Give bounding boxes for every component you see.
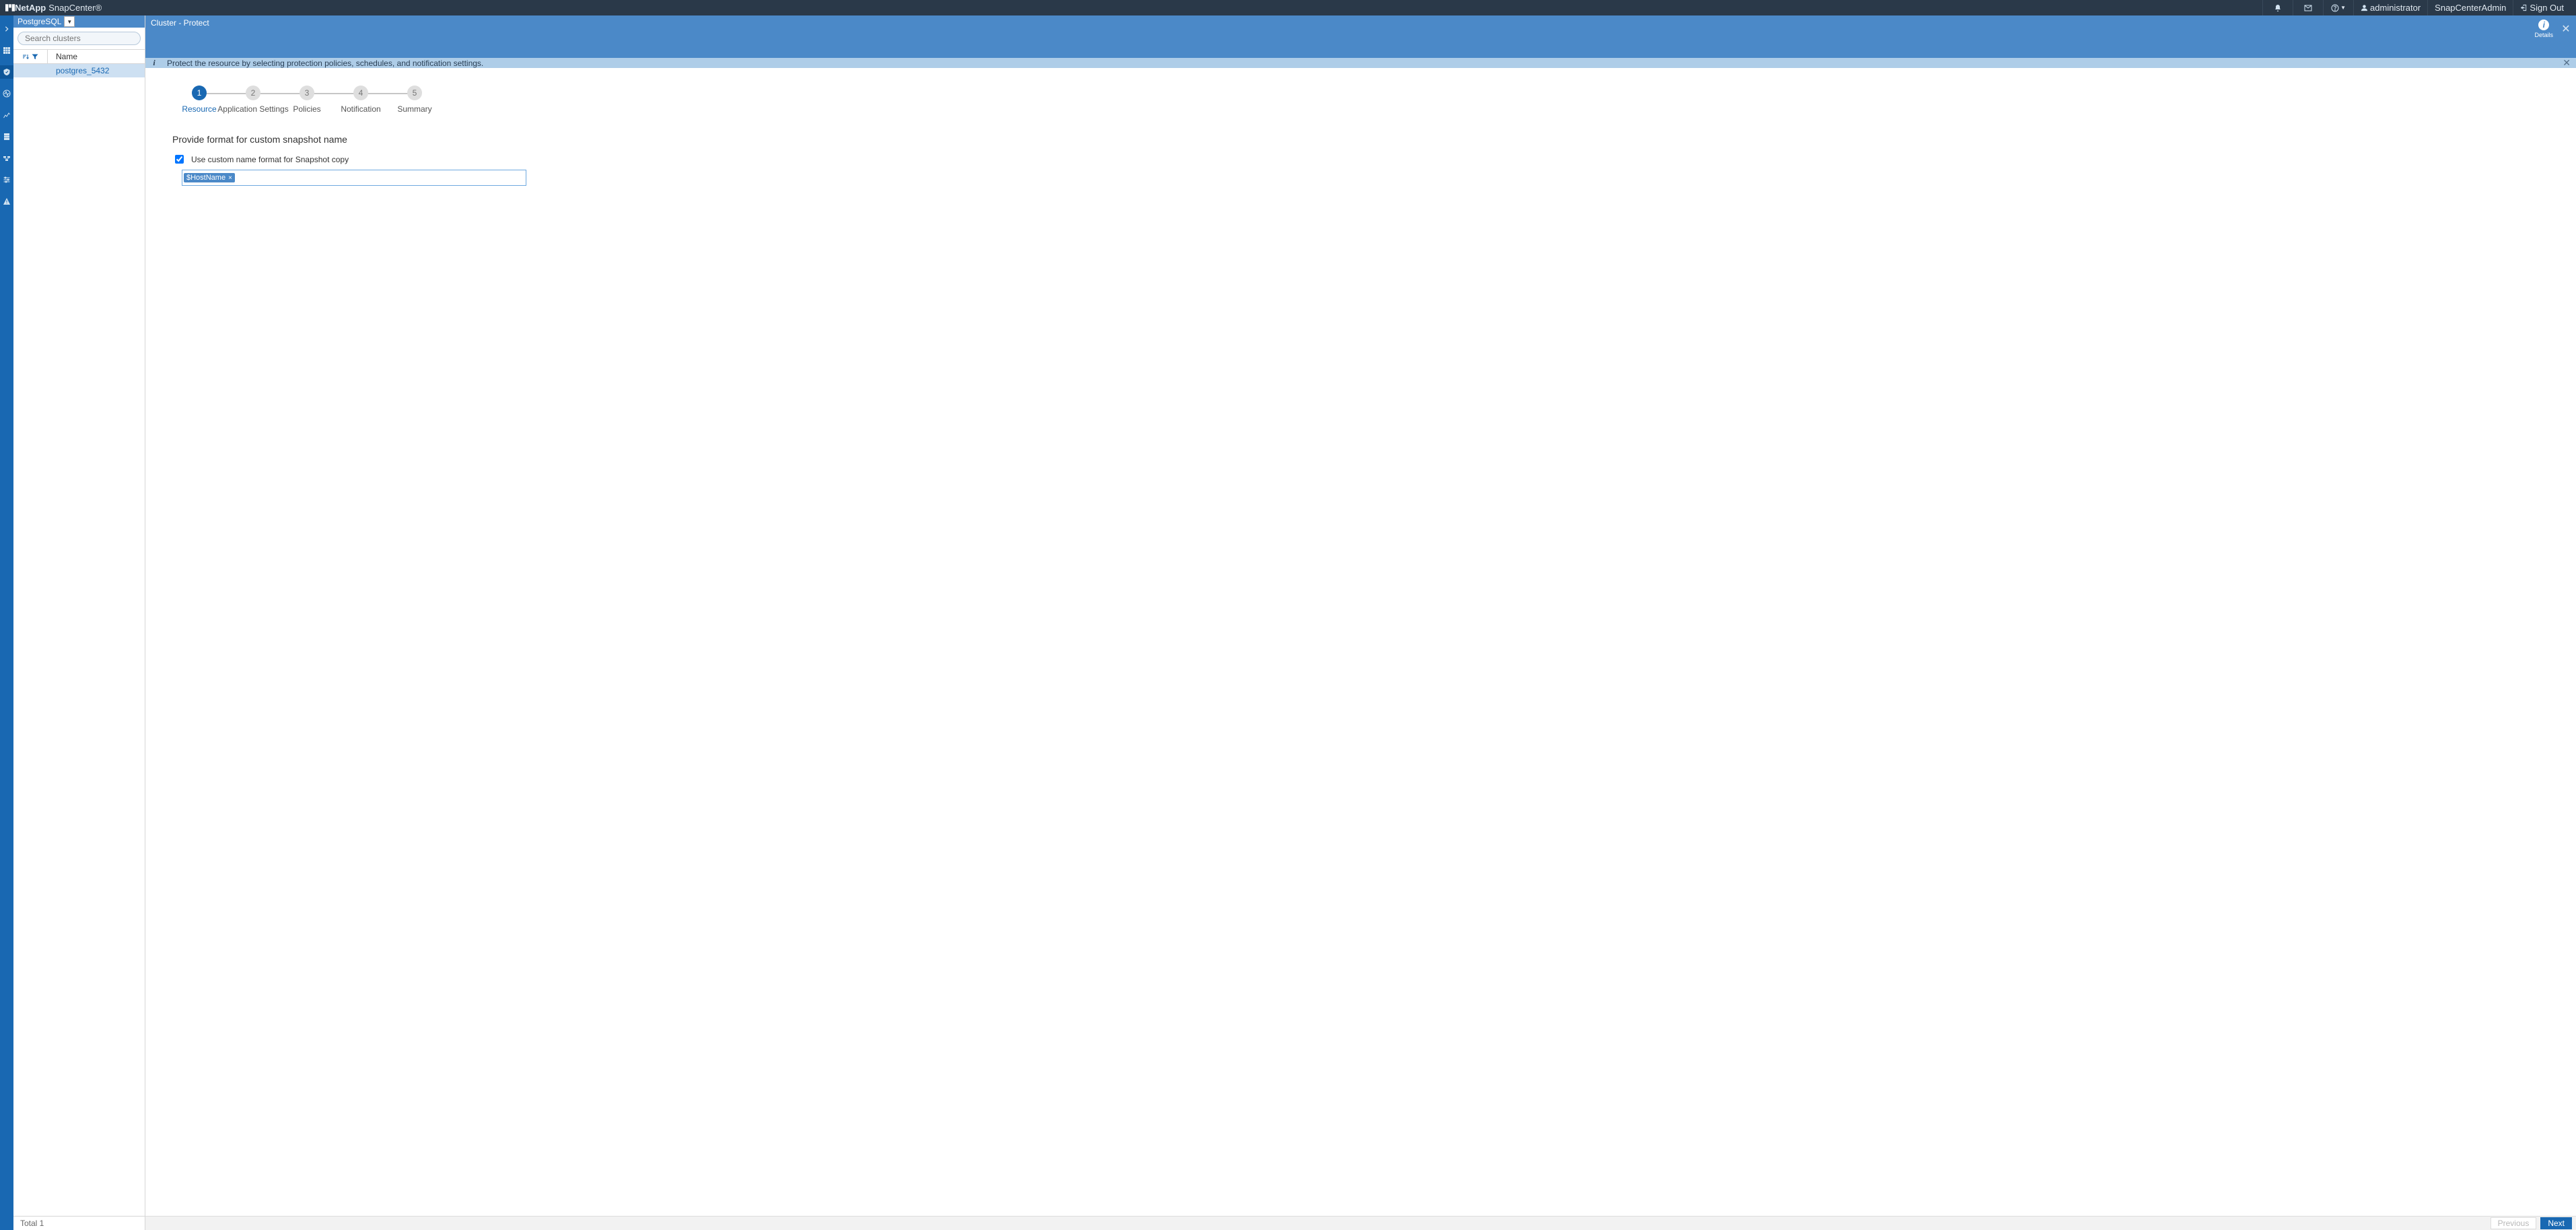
name-token[interactable]: $HostName × [184,173,235,182]
col-name-header[interactable]: Name [48,52,77,61]
step-label: Application Settings [217,104,288,114]
step-number: 3 [300,86,314,100]
signout-button[interactable]: Sign Out [2513,0,2571,15]
brand-prefix: NetApp [15,3,46,13]
brand-name: SnapCenter® [48,3,102,13]
step-label: Summary [397,104,431,114]
step-label: Resource [182,104,216,114]
filter-icon [31,53,39,60]
info-strip-text: Protect the resource by selecting protec… [167,59,483,68]
expand-rail-button[interactable] [0,22,13,36]
nav-rail [0,15,13,1230]
step-label: Notification [341,104,380,114]
messages-button[interactable] [2293,0,2323,15]
list-item-name: postgres_5432 [48,66,109,75]
step-summary[interactable]: 5 Summary [388,86,442,114]
total-count: Total 1 [20,1219,44,1228]
wizard-footer: Previous Next [145,1216,2576,1230]
step-application-settings[interactable]: 2 Application Settings [226,86,280,114]
close-button[interactable]: ✕ [2560,23,2572,35]
signout-label: Sign Out [2530,3,2564,13]
sort-controls[interactable] [13,50,48,63]
user-label: administrator [2370,3,2421,13]
context-label: PostgreSQL [18,17,61,26]
step-number: 2 [246,86,260,100]
user-menu[interactable]: administrator [2353,0,2427,15]
content-header: Cluster - Protect i Details ✕ [145,15,2576,58]
chevron-down-icon[interactable]: ▼ [64,16,75,27]
form-section: Provide format for custom snapshot name … [172,134,536,186]
step-number: 4 [353,86,368,100]
info-strip: i Protect the resource by selecting prot… [145,58,2576,68]
token-text: $HostName [186,174,225,182]
details-button[interactable]: i Details [2534,20,2553,38]
list-footer: Total 1 [13,1216,145,1230]
tenant-label[interactable]: SnapCenterAdmin [2427,0,2513,15]
sort-icon [22,53,30,60]
stepper: 1 Resource 2 Application Settings 3 Poli… [172,86,2556,114]
nav-settings[interactable] [0,173,13,186]
nav-resources[interactable] [0,65,13,79]
step-label: Policies [293,104,320,114]
nav-alerts[interactable] [0,195,13,208]
previous-button: Previous [2491,1217,2537,1229]
nav-dashboard[interactable] [0,44,13,57]
next-button[interactable]: Next [2540,1217,2572,1229]
search-input[interactable] [18,32,141,45]
list-item[interactable]: postgres_5432 [13,64,145,77]
info-strip-icon: i [151,58,158,68]
content-area: Cluster - Protect i Details ✕ i Protect … [145,15,2576,1230]
brand: NetApp SnapCenter® [5,3,102,13]
wizard-area: 1 Resource 2 Application Settings 3 Poli… [145,68,2576,1216]
nav-monitor[interactable] [0,87,13,100]
nav-reports[interactable] [0,108,13,122]
token-remove-icon[interactable]: × [228,174,232,182]
top-bar: NetApp SnapCenter® ▼ administrator SnapC… [0,0,2576,15]
step-number: 1 [192,86,207,100]
nav-hosts[interactable] [0,130,13,143]
info-strip-close[interactable]: ✕ [2563,57,2571,69]
search-container [13,28,145,49]
snapshot-name-text-input[interactable] [238,173,524,182]
netapp-logo: NetApp [5,3,46,13]
details-label: Details [2534,32,2553,38]
snapshot-name-input[interactable]: $HostName × [182,170,526,186]
step-number: 5 [407,86,422,100]
help-button[interactable]: ▼ [2323,0,2353,15]
step-notification[interactable]: 4 Notification [334,86,388,114]
nav-storage[interactable] [0,151,13,165]
info-icon: i [2538,20,2549,30]
checkbox-label: Use custom name format for Snapshot copy [191,155,349,164]
list-header: Name [13,49,145,64]
section-title: Provide format for custom snapshot name [172,134,536,145]
context-bar: PostgreSQL ▼ [13,15,145,28]
custom-name-checkbox[interactable] [175,155,184,164]
left-panel: PostgreSQL ▼ Name postgres_5432 Total 1 [13,15,145,1230]
notifications-button[interactable] [2262,0,2293,15]
step-policies[interactable]: 3 Policies [280,86,334,114]
breadcrumb: Cluster - Protect [151,18,209,28]
context-dropdown[interactable]: PostgreSQL ▼ [18,16,75,27]
